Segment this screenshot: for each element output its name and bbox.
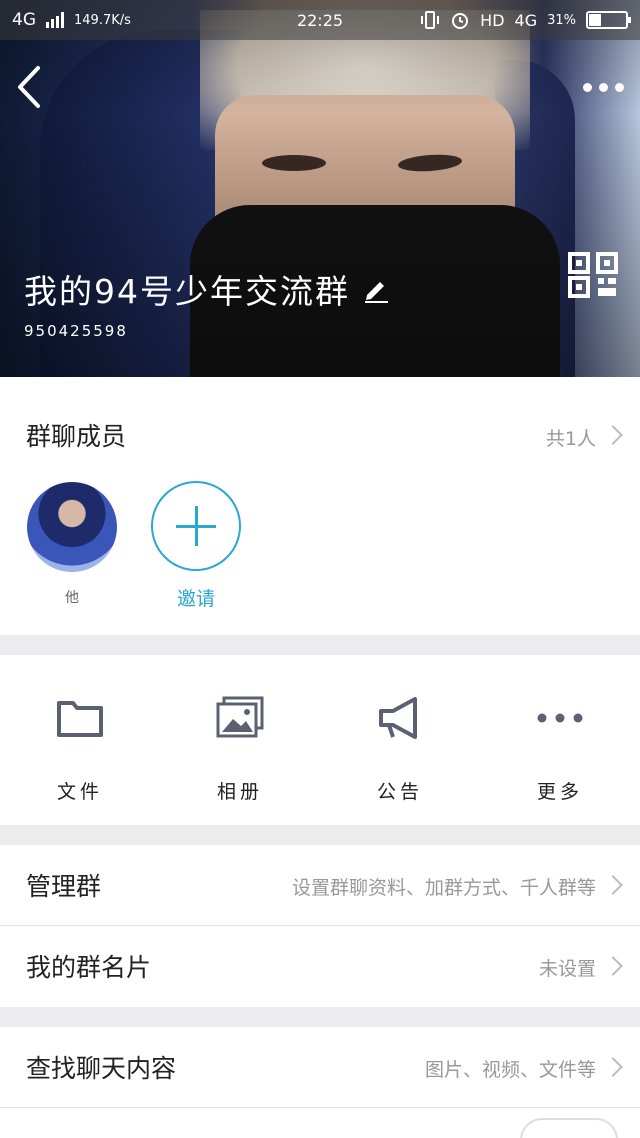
manage-group-desc: 设置群聊资料、加群方式、千人群等 [291, 877, 596, 899]
chevron-left-icon [18, 66, 40, 108]
group-name-text: 我的94号少年交流群 [24, 272, 350, 311]
dot [582, 82, 592, 92]
search-chat-row[interactable]: 查找聊天内容 图片、视频、文件等 [0, 1027, 640, 1107]
folder-icon [57, 701, 103, 737]
dot [614, 82, 624, 92]
more-tools-button[interactable]: 更多 [480, 695, 640, 815]
search-chat-desc: 图片、视频、文件等 [424, 1059, 596, 1081]
more-label: 更多 [536, 781, 583, 803]
clock: 22:25 [296, 10, 344, 30]
group-id: 950425598 [24, 322, 128, 340]
qr-code-button[interactable] [568, 252, 620, 298]
group-cover-image [0, 0, 640, 377]
chevron-right-icon [603, 425, 623, 445]
status-bar: 4G 149.7K/s 22:25 HD 4G 31% [0, 0, 640, 40]
chevron-right-icon [603, 875, 623, 895]
members-header-row[interactable]: 群聊成员 共1人 [0, 395, 640, 475]
invite-button[interactable] [151, 481, 241, 571]
more-dots-icon [537, 713, 583, 723]
dot [598, 82, 608, 92]
album-button[interactable]: 相册 [160, 695, 320, 815]
announcement-button[interactable]: 公告 [320, 695, 480, 815]
edit-pencil-icon[interactable] [362, 275, 390, 303]
group-name[interactable]: 我的94号少年交流群 [24, 265, 390, 313]
more-options-button[interactable] [580, 72, 626, 102]
album-label: 相册 [216, 781, 263, 803]
search-chat-label: 查找聊天内容 [26, 1054, 177, 1083]
invite-label[interactable]: 邀请 [151, 584, 241, 611]
cover-shade [0, 0, 640, 377]
chevron-right-icon [603, 1057, 623, 1077]
members-title: 群聊成员 [26, 422, 127, 451]
qr-code-icon [568, 252, 618, 298]
manage-group-row[interactable]: 管理群 设置群聊资料、加群方式、千人群等 [0, 845, 640, 925]
toggle-switch[interactable] [520, 1118, 618, 1138]
announcement-label: 公告 [376, 781, 423, 803]
chevron-right-icon [603, 956, 623, 976]
member-name: 他 [65, 590, 79, 606]
manage-group-label: 管理群 [26, 872, 102, 901]
megaphone-icon [379, 697, 417, 739]
battery-icon [586, 11, 631, 29]
my-group-card-row[interactable]: 我的群名片 未设置 [0, 926, 640, 1006]
my-group-card-value: 未设置 [538, 958, 596, 980]
my-group-card-label: 我的群名片 [26, 953, 152, 982]
member-avatar[interactable] [27, 482, 117, 572]
files-label: 文件 [56, 781, 103, 803]
files-button[interactable]: 文件 [0, 695, 160, 815]
members-count: 共1人 [545, 428, 596, 450]
divider [0, 1107, 640, 1108]
back-button[interactable] [10, 62, 50, 112]
photo-album-icon [216, 696, 264, 738]
